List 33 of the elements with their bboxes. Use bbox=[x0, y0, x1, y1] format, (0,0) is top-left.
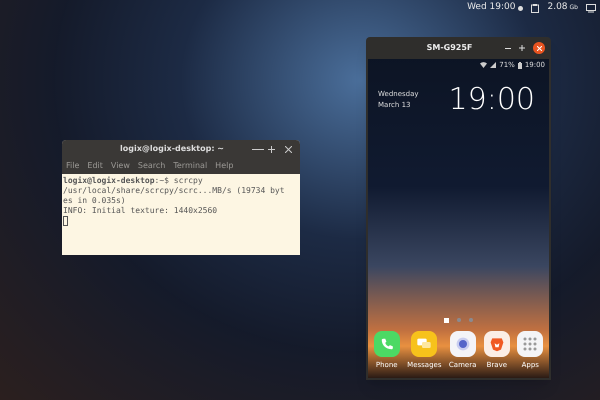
menu-item[interactable]: Edit bbox=[87, 160, 103, 172]
phone-app-icon[interactable] bbox=[374, 330, 400, 356]
maximize-icon[interactable] bbox=[268, 146, 275, 152]
maximize-icon[interactable] bbox=[519, 45, 525, 51]
menu-item[interactable]: File bbox=[66, 160, 80, 172]
close-icon bbox=[536, 46, 542, 50]
lion-app-icon[interactable] bbox=[484, 330, 510, 356]
wifi-icon bbox=[480, 62, 488, 68]
menu-item[interactable]: View bbox=[110, 160, 130, 172]
menu-item[interactable]: Search bbox=[138, 160, 166, 172]
terminal-line: /usr/local/share/scrcpy/scrc...MB/s (19734 byt bbox=[63, 186, 286, 196]
cursor bbox=[63, 216, 68, 226]
terminal-line: INFO: Initial texture: 1440x2560 bbox=[63, 206, 218, 216]
clock-text: 19:00 bbox=[448, 85, 536, 115]
app-grid-icon[interactable] bbox=[517, 330, 544, 356]
close-icon[interactable] bbox=[285, 146, 292, 152]
signal-icon bbox=[490, 62, 496, 68]
clipboard-icon[interactable] bbox=[531, 4, 540, 12]
page-indicator[interactable] bbox=[444, 318, 449, 322]
memory-text: 2.08 bbox=[547, 1, 568, 14]
camera-app-icon[interactable] bbox=[450, 330, 476, 356]
monitor-icon[interactable] bbox=[586, 4, 596, 12]
window-title: logix@logix-desktop: ~ bbox=[118, 143, 226, 155]
battery-icon bbox=[518, 62, 522, 68]
menu-item[interactable]: Help bbox=[215, 160, 234, 172]
terminal-line: es in 0.035s) bbox=[63, 196, 127, 206]
menu-item[interactable]: Terminal bbox=[173, 160, 208, 172]
messages-app-icon[interactable] bbox=[411, 330, 438, 356]
clock-text[interactable]: Wed 19:00 bbox=[467, 1, 516, 15]
minimize-button[interactable] bbox=[252, 148, 264, 150]
window-title: SM-G925F bbox=[426, 42, 474, 54]
close-button[interactable] bbox=[533, 42, 545, 54]
terminal-line: logix@logix-desktop:~$ scrcpy bbox=[63, 176, 204, 186]
